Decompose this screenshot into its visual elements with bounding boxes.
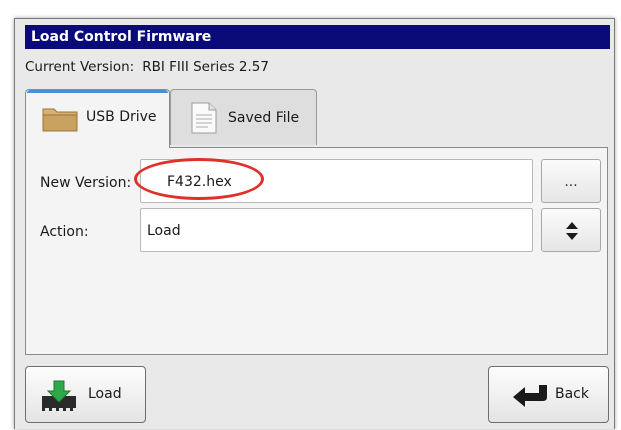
browse-button[interactable]: ...	[541, 159, 601, 203]
tab-usb-drive[interactable]: USB Drive	[25, 89, 170, 148]
load-button[interactable]: Load	[25, 366, 146, 423]
action-label: Action:	[40, 224, 89, 240]
back-arrow-icon	[513, 385, 547, 407]
load-to-device-icon	[42, 380, 76, 411]
new-version-field[interactable]: F432.hex	[140, 159, 533, 203]
action-spinner-button[interactable]	[541, 208, 601, 252]
tab-usb-drive-label: USB Drive	[86, 109, 157, 125]
action-field[interactable]: Load	[140, 208, 533, 252]
current-version-row: Current Version: RBI FIII Series 2.57	[25, 59, 269, 75]
tab-saved-file-label: Saved File	[228, 110, 300, 126]
back-button-label: Back	[555, 386, 589, 402]
current-version-value: RBI FIII Series 2.57	[142, 59, 269, 75]
current-version-label: Current Version:	[25, 59, 135, 75]
firmware-dialog: Load Control Firmware Current Version: RB…	[14, 18, 615, 429]
tab-panel-usb-drive: New Version: F432.hex ... Action: Load	[25, 147, 608, 355]
new-version-label: New Version:	[40, 175, 132, 191]
back-button[interactable]: Back	[488, 366, 609, 423]
load-button-label: Load	[88, 386, 122, 402]
document-icon	[191, 102, 217, 134]
folder-icon	[42, 108, 78, 132]
tab-saved-file[interactable]: Saved File	[170, 89, 317, 145]
dialog-title: Load Control Firmware	[25, 25, 610, 49]
up-down-arrows-icon	[566, 222, 578, 240]
